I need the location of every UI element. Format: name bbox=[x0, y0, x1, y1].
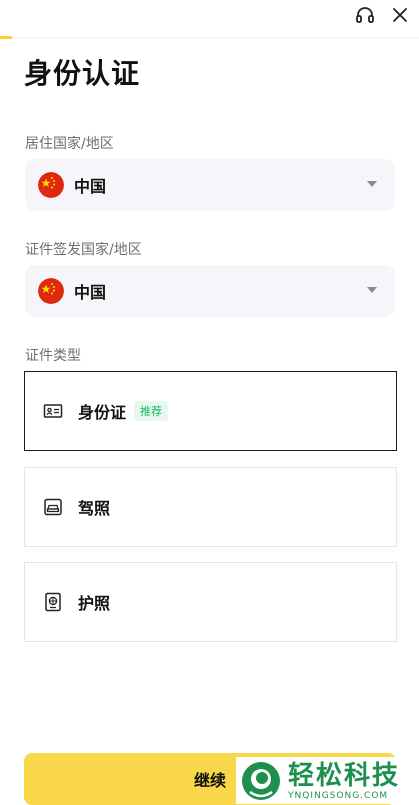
recommended-badge: 推荐 bbox=[134, 401, 169, 421]
id-card-icon bbox=[43, 404, 63, 418]
china-flag-icon bbox=[38, 172, 64, 198]
residence-label: 居住国家/地区 bbox=[25, 136, 114, 152]
driver-license-icon bbox=[44, 498, 62, 516]
doc-type-label: 证件类型 bbox=[25, 348, 81, 364]
doc-option-id-card[interactable]: 身份证 推荐 bbox=[24, 371, 397, 451]
issuing-value: 中国 bbox=[74, 283, 107, 302]
issuing-select[interactable]: 中国 bbox=[25, 265, 395, 317]
doc-option-label: 驾照 bbox=[78, 499, 111, 518]
issuing-label: 证件签发国家/地区 bbox=[25, 242, 142, 258]
passport-icon bbox=[45, 592, 61, 612]
page-title: 身份认证 bbox=[24, 57, 141, 90]
watermark-url: YNQINGSONG.COM bbox=[288, 790, 389, 801]
progress-indicator bbox=[0, 36, 12, 39]
doc-option-label: 护照 bbox=[78, 594, 111, 613]
header-divider bbox=[12, 37, 419, 38]
close-icon[interactable] bbox=[389, 4, 411, 26]
residence-value: 中国 bbox=[74, 177, 107, 196]
doc-option-passport[interactable]: 护照 bbox=[24, 562, 397, 642]
top-bar bbox=[0, 0, 419, 39]
caret-down-icon bbox=[367, 181, 377, 187]
watermark: 轻松科技 YNQINGSONG.COM bbox=[236, 757, 419, 804]
watermark-text: 轻松科技 bbox=[288, 760, 401, 791]
doc-option-driver-license[interactable]: 驾照 bbox=[24, 467, 397, 547]
doc-option-label: 身份证 bbox=[78, 403, 127, 422]
residence-select[interactable]: 中国 bbox=[25, 159, 395, 211]
headset-icon[interactable] bbox=[354, 4, 376, 26]
watermark-logo-icon bbox=[242, 761, 280, 800]
caret-down-icon bbox=[367, 287, 377, 293]
china-flag-icon bbox=[38, 278, 64, 304]
